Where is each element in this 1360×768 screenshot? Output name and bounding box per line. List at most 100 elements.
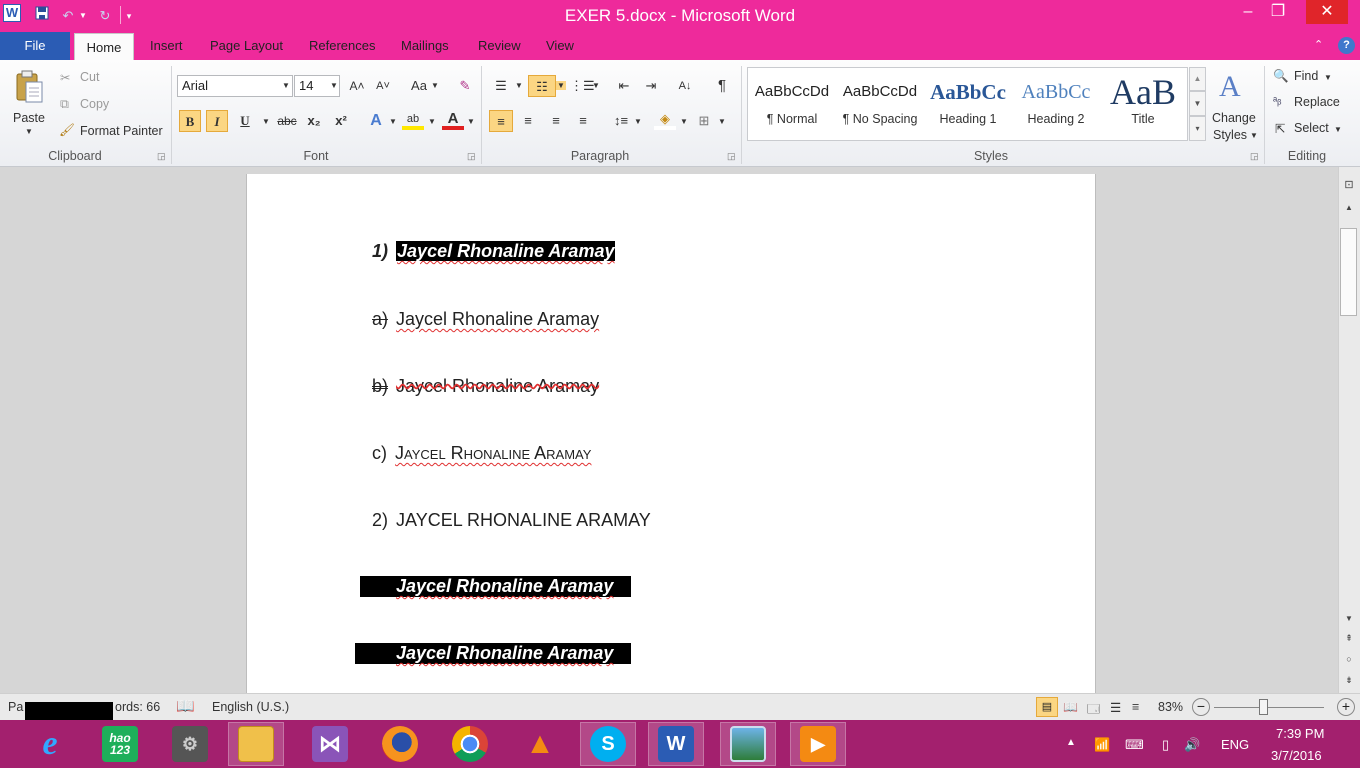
maximize-button[interactable]: ❐ bbox=[1256, 0, 1300, 24]
taskbar-laptop[interactable]: ⚙ bbox=[162, 722, 218, 766]
tab-home[interactable]: Home bbox=[74, 33, 134, 61]
borders-icon[interactable]: ⊞ bbox=[693, 110, 715, 132]
borders-dropdown-icon[interactable]: ▼ bbox=[718, 117, 726, 126]
find-icon[interactable]: 🔍 bbox=[1273, 69, 1289, 84]
taskbar-photo-viewer[interactable] bbox=[720, 722, 776, 766]
align-left-button[interactable]: ≡ bbox=[489, 110, 513, 132]
taskbar-vlc[interactable]: ▲ bbox=[512, 722, 568, 766]
taskbar-visual-studio[interactable]: ⋈ bbox=[302, 722, 358, 766]
replace-button[interactable]: Replace bbox=[1294, 95, 1340, 109]
styles-more-icon[interactable]: ▾ bbox=[1189, 116, 1206, 141]
browse-object-icon[interactable]: ○ bbox=[1338, 654, 1360, 664]
increase-indent-icon[interactable]: ⇥ bbox=[640, 75, 662, 97]
clock-date[interactable]: 3/7/2016 bbox=[1271, 748, 1322, 763]
align-center-button[interactable]: ≡ bbox=[517, 110, 539, 132]
taskbar-chrome[interactable] bbox=[442, 722, 498, 766]
keyboard-icon[interactable]: ⌨ bbox=[1125, 737, 1144, 753]
superscript-button[interactable]: x² bbox=[330, 110, 352, 132]
word-count[interactable]: ords: 66 bbox=[115, 700, 160, 714]
text-effects-icon[interactable]: A bbox=[365, 110, 387, 132]
style-heading-2[interactable]: AaBbCc Heading 2 bbox=[1014, 72, 1098, 136]
network-signal-icon[interactable]: 📶 bbox=[1094, 737, 1110, 753]
redo-icon[interactable]: ↻ bbox=[95, 6, 115, 26]
scrollbar-thumb[interactable] bbox=[1340, 228, 1357, 316]
clock-time[interactable]: 7:39 PM bbox=[1276, 726, 1324, 741]
list-item[interactable]: 2) JAYCEL RHONALINE ARAMAY bbox=[372, 510, 651, 531]
taskbar-file-explorer[interactable] bbox=[228, 722, 284, 766]
clipboard-launcher-icon[interactable]: ◲ bbox=[157, 151, 166, 162]
scroll-up-icon[interactable]: ▲ bbox=[1338, 203, 1360, 212]
taskbar-skype[interactable]: S bbox=[580, 722, 636, 766]
paste-button[interactable]: Paste bbox=[13, 111, 45, 125]
taskbar-media-player[interactable]: ▶ bbox=[790, 722, 846, 766]
grow-font-icon[interactable]: A˄ bbox=[346, 75, 368, 97]
subscript-button[interactable]: x₂ bbox=[303, 110, 325, 132]
font-size-dropdown-icon[interactable]: ▼ bbox=[330, 81, 338, 90]
highlight-color-icon[interactable]: ab bbox=[402, 108, 424, 130]
strikethrough-button[interactable]: abc bbox=[276, 110, 298, 132]
battery-icon[interactable]: ▯ bbox=[1162, 737, 1169, 753]
paste-dropdown-icon[interactable]: ▼ bbox=[25, 127, 33, 136]
change-case-icon[interactable]: Aa bbox=[408, 75, 430, 97]
tab-insert[interactable]: Insert bbox=[150, 32, 183, 60]
multilevel-list-icon[interactable]: ⋮☰ bbox=[570, 75, 595, 97]
taskbar-hao123[interactable]: hao 123 bbox=[92, 722, 148, 766]
highlight-dropdown-icon[interactable]: ▼ bbox=[428, 117, 436, 126]
undo-icon[interactable]: ↶ bbox=[58, 6, 78, 26]
tab-file[interactable]: File bbox=[0, 32, 70, 60]
cut-icon[interactable]: ✂ bbox=[60, 70, 70, 85]
customize-toolbar-icon[interactable]: ▾ bbox=[122, 6, 136, 26]
find-dropdown-icon[interactable]: ▼ bbox=[1324, 73, 1332, 82]
shading-dropdown-icon[interactable]: ▼ bbox=[680, 117, 688, 126]
change-case-dropdown-icon[interactable]: ▼ bbox=[431, 81, 439, 90]
list-item[interactable]: b) Jaycel Rhonaline Aramay bbox=[372, 376, 599, 397]
previous-page-icon[interactable]: ⇞ bbox=[1338, 633, 1360, 644]
shading-icon[interactable]: ◈ bbox=[654, 108, 676, 130]
draft-view-icon[interactable]: ≡ bbox=[1132, 700, 1139, 714]
copy-button[interactable]: Copy bbox=[80, 97, 109, 111]
paragraph-line[interactable]: Jaycel Rhonaline Aramay bbox=[355, 643, 631, 664]
page-count[interactable]: Pa bbox=[8, 700, 23, 714]
list-item[interactable]: 1) Jaycel Rhonaline Aramay bbox=[372, 241, 616, 262]
copy-icon[interactable]: ⧉ bbox=[60, 97, 69, 112]
paragraph-launcher-icon[interactable]: ◲ bbox=[727, 151, 736, 162]
change-styles-icon[interactable]: A bbox=[1219, 70, 1241, 104]
decrease-indent-icon[interactable]: ⇤ bbox=[613, 75, 635, 97]
underline-dropdown-icon[interactable]: ▼ bbox=[262, 117, 270, 126]
paste-icon[interactable] bbox=[14, 70, 44, 104]
style-no-spacing[interactable]: AaBbCcDd ¶ No Spacing bbox=[838, 72, 922, 136]
line-spacing-icon[interactable]: ↕≡ bbox=[610, 110, 632, 132]
zoom-out-button[interactable]: − bbox=[1192, 698, 1210, 716]
bullets-icon[interactable]: ☰ bbox=[490, 75, 512, 97]
paragraph-line[interactable]: Jaycel Rhonaline Aramay bbox=[360, 576, 631, 597]
find-button[interactable]: Find bbox=[1294, 69, 1318, 83]
font-launcher-icon[interactable]: ◲ bbox=[467, 151, 476, 162]
shrink-font-icon[interactable]: A˅ bbox=[372, 75, 394, 97]
help-icon[interactable]: ? bbox=[1338, 37, 1355, 54]
align-right-button[interactable]: ≡ bbox=[545, 110, 567, 132]
input-language[interactable]: ENG bbox=[1221, 737, 1249, 752]
zoom-slider-track[interactable] bbox=[1214, 707, 1324, 708]
change-styles-label-1[interactable]: Change bbox=[1212, 111, 1256, 125]
styles-scroll-down-icon[interactable]: ▼ bbox=[1189, 91, 1206, 116]
scroll-down-icon[interactable]: ▼ bbox=[1338, 614, 1360, 623]
next-page-icon[interactable]: ⇟ bbox=[1338, 675, 1360, 686]
multilevel-dropdown-icon[interactable]: ▼ bbox=[592, 81, 600, 90]
zoom-slider-thumb[interactable] bbox=[1259, 699, 1268, 715]
undo-dropdown-icon[interactable]: ▼ bbox=[78, 6, 88, 26]
style-normal[interactable]: AaBbCcDd ¶ Normal bbox=[750, 72, 834, 136]
volume-icon[interactable]: 🔊 bbox=[1184, 737, 1200, 753]
tab-references[interactable]: References bbox=[309, 32, 375, 60]
styles-launcher-icon[interactable]: ◲ bbox=[1250, 151, 1259, 162]
clear-formatting-icon[interactable]: ✎ bbox=[454, 75, 476, 97]
select-icon[interactable]: ⇱ bbox=[1275, 121, 1285, 136]
proofing-icon[interactable]: 📖 bbox=[176, 697, 195, 715]
styles-scroll-up-icon[interactable]: ▲ bbox=[1189, 67, 1206, 91]
italic-button[interactable]: I bbox=[206, 110, 228, 132]
line-spacing-dropdown-icon[interactable]: ▼ bbox=[634, 117, 642, 126]
word-app-icon[interactable]: W bbox=[3, 4, 21, 22]
web-layout-view-icon[interactable]: 🗔 bbox=[1087, 700, 1100, 721]
tab-page-layout[interactable]: Page Layout bbox=[210, 32, 283, 60]
bullets-dropdown-icon[interactable]: ▼ bbox=[515, 81, 523, 90]
font-family-select[interactable]: Arial bbox=[177, 75, 293, 97]
